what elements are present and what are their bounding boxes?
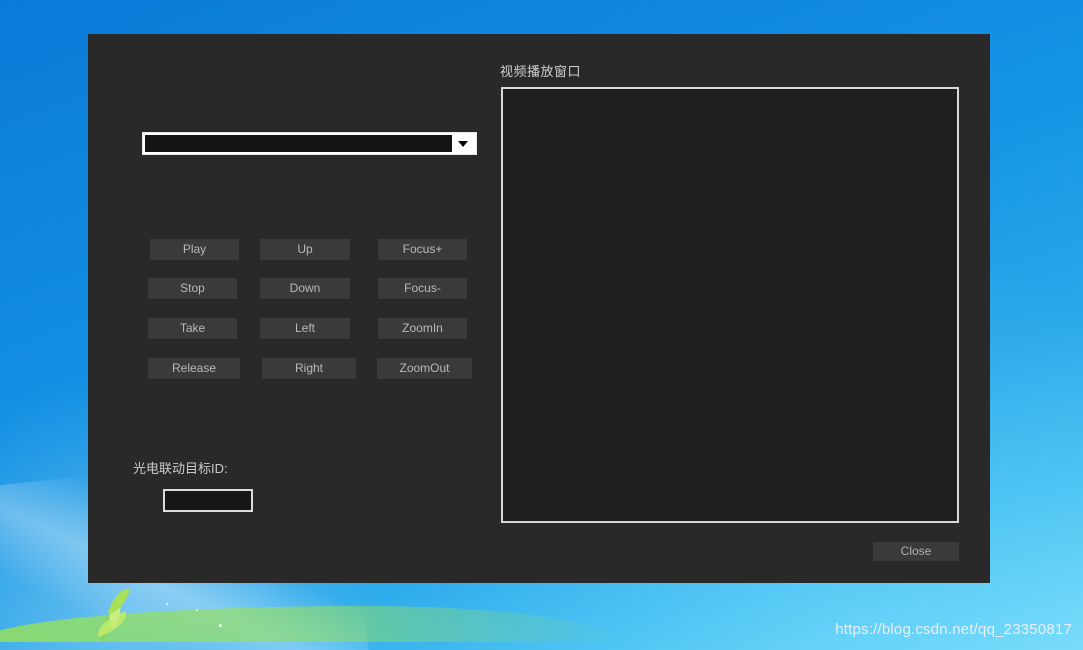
close-button[interactable]: Close xyxy=(873,542,959,561)
wallpaper-leaf-icon xyxy=(108,585,131,618)
wallpaper-sparkle-icon xyxy=(166,603,168,605)
wallpaper-stem xyxy=(102,616,108,642)
ptz-button-focus[interactable]: Focus- xyxy=(378,278,467,299)
ptz-button-stop[interactable]: Stop xyxy=(148,278,237,299)
ptz-button-down[interactable]: Down xyxy=(260,278,350,299)
ptz-button-focus[interactable]: Focus+ xyxy=(378,239,467,260)
wallpaper-leaf-icon xyxy=(102,598,128,627)
ptz-button-zoomout[interactable]: ZoomOut xyxy=(377,358,472,379)
ptz-button-up[interactable]: Up xyxy=(260,239,350,260)
ptz-button-play[interactable]: Play xyxy=(150,239,239,260)
desktop-background: 视频播放窗口 Play Up Focus+ Stop Down Focus- Take Lef… xyxy=(0,0,1083,650)
wallpaper-sparkle-icon xyxy=(219,624,222,627)
channel-select-value xyxy=(145,135,452,152)
ptz-button-left[interactable]: Left xyxy=(260,318,350,339)
video-playback-surface[interactable] xyxy=(501,87,959,523)
ptz-button-take[interactable]: Take xyxy=(148,318,237,339)
watermark-url: https://blog.csdn.net/qq_23350817 xyxy=(835,621,1072,638)
wallpaper-horizon xyxy=(0,606,620,642)
channel-select[interactable] xyxy=(142,132,477,155)
ptz-control-dialog: 视频播放窗口 Play Up Focus+ Stop Down Focus- Take Lef… xyxy=(88,34,990,583)
target-id-label: 光电联动目标ID: xyxy=(133,458,228,477)
ptz-button-right[interactable]: Right xyxy=(262,358,356,379)
target-id-input[interactable] xyxy=(163,489,253,512)
chevron-down-icon[interactable] xyxy=(452,135,474,152)
ptz-button-zoomin[interactable]: ZoomIn xyxy=(378,318,467,339)
video-window-title: 视频播放窗口 xyxy=(500,61,581,80)
wallpaper-sparkle-icon xyxy=(196,609,198,611)
ptz-button-release[interactable]: Release xyxy=(148,358,240,379)
wallpaper-leaf-icon xyxy=(93,611,130,637)
